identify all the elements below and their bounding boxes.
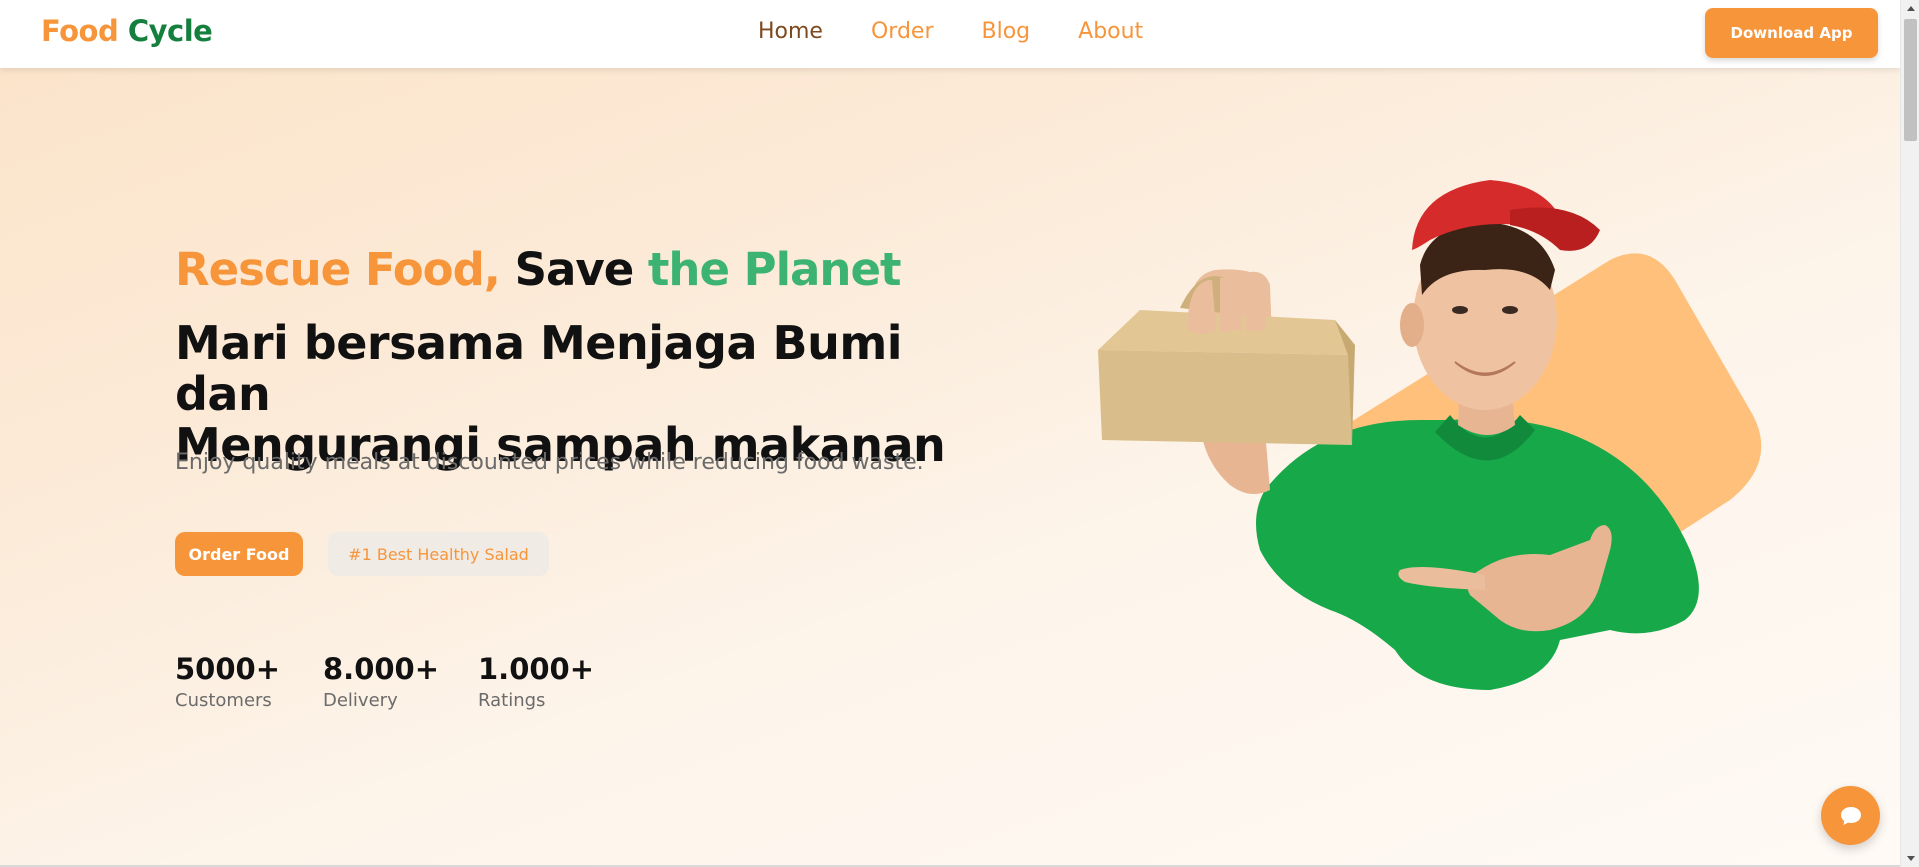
stat-delivery: 8.000+ Delivery bbox=[323, 652, 439, 711]
download-app-button[interactable]: Download App bbox=[1705, 8, 1878, 58]
scroll-up-arrow-icon[interactable] bbox=[1901, 0, 1919, 17]
stat-value: 5000+ bbox=[175, 652, 281, 686]
page-viewport: Food Cycle Home Order Blog About Downloa… bbox=[0, 0, 1900, 865]
hero-tagline: Rescue Food, Save the Planet bbox=[175, 243, 902, 296]
logo-word-food: Food bbox=[41, 14, 119, 48]
logo-word-cycle: Cycle bbox=[127, 14, 213, 48]
nav-link-home[interactable]: Home bbox=[758, 19, 823, 44]
nav-link-about[interactable]: About bbox=[1078, 19, 1143, 44]
order-food-button[interactable]: Order Food bbox=[175, 532, 303, 576]
stat-label: Ratings bbox=[478, 690, 546, 711]
nav-link-order[interactable]: Order bbox=[871, 19, 934, 44]
stat-label: Customers bbox=[175, 690, 272, 711]
vertical-scrollbar[interactable] bbox=[1900, 0, 1919, 867]
nav-link-blog[interactable]: Blog bbox=[982, 19, 1031, 44]
right-eye bbox=[1502, 306, 1518, 314]
tagline-the-planet: the Planet bbox=[647, 243, 902, 296]
ear bbox=[1400, 303, 1424, 347]
stat-value: 1.000+ bbox=[478, 652, 595, 686]
main-nav: Home Order Blog About bbox=[758, 19, 1143, 44]
hero-title-line-1: Mari bersama Menjaga Bumi dan bbox=[175, 316, 903, 421]
best-salad-badge: #1 Best Healthy Salad bbox=[328, 532, 549, 576]
chat-button[interactable] bbox=[1821, 786, 1880, 845]
stat-customers: 5000+ Customers bbox=[175, 652, 280, 711]
stat-value: 8.000+ bbox=[323, 652, 440, 686]
stat-ratings: 1.000+ Ratings bbox=[478, 652, 594, 711]
fingers bbox=[1188, 276, 1266, 334]
delivery-person-illustration bbox=[1098, 180, 1762, 690]
chat-bubble-icon bbox=[1840, 806, 1861, 825]
scrollbar-thumb[interactable] bbox=[1904, 19, 1917, 141]
stat-label: Delivery bbox=[323, 690, 398, 711]
logo[interactable]: Food Cycle bbox=[41, 14, 213, 48]
left-eye bbox=[1452, 306, 1468, 314]
hero-title: Mari bersama Menjaga Bumi dan Mengurangi… bbox=[175, 318, 995, 471]
scroll-down-arrow-icon[interactable] bbox=[1901, 850, 1919, 867]
tagline-rescue-food: Rescue Food, bbox=[175, 243, 501, 296]
navbar: Food Cycle Home Order Blog About Downloa… bbox=[0, 0, 1900, 68]
hero-subtitle: Enjoy quality meals at discounted prices… bbox=[175, 450, 924, 475]
tagline-save: Save bbox=[514, 243, 635, 296]
